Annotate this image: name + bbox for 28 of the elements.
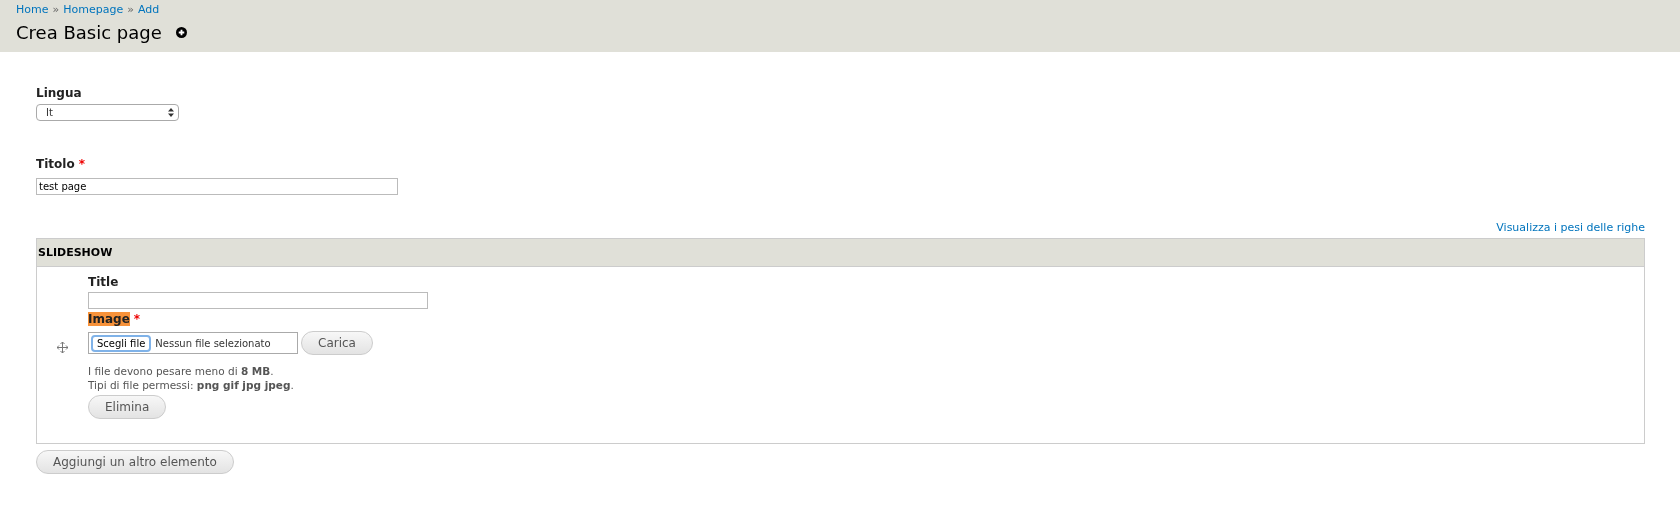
table-heading: SLIDESHOW (37, 239, 1644, 267)
breadcrumb-separator: » (52, 3, 60, 16)
required-mark: * (133, 312, 141, 326)
row-weights-link[interactable]: Visualizza i pesi delle righe (1496, 221, 1645, 234)
add-item-button[interactable]: Aggiungi un altro elemento (36, 450, 234, 474)
upload-button[interactable]: Carica (301, 331, 373, 355)
remove-button[interactable]: Elimina (88, 395, 167, 419)
breadcrumb-link[interactable]: Homepage (63, 3, 124, 16)
field-label: Lingua (36, 86, 82, 100)
breadcrumb-separator: » (127, 3, 134, 16)
drag-handle-icon[interactable] (57, 341, 68, 353)
field-label: Title (88, 275, 120, 289)
dropdown-arrows-icon (168, 108, 174, 117)
breadcrumb-link[interactable]: Add (137, 3, 160, 16)
file-input[interactable]: Scegli file Nessun file selezionato (88, 332, 298, 354)
title-input[interactable] (88, 292, 428, 309)
required-mark: * (78, 157, 85, 171)
breadcrumb-link[interactable]: Home (16, 3, 49, 16)
choose-file-button[interactable]: Scegli file (91, 334, 152, 352)
add-shortcut-icon[interactable] (175, 27, 187, 38)
language-select[interactable]: It (36, 104, 179, 121)
field-label: Image (88, 312, 130, 326)
page-title: Crea Basic page (16, 22, 162, 43)
field-label: Titolo (36, 157, 75, 171)
help-text: I file devono pesare meno di 8 MB. (88, 364, 275, 378)
file-status: Nessun file selezionato (155, 337, 271, 349)
title-input[interactable]: test page (36, 178, 398, 195)
help-text: Tipi di file permessi: png gif jpg jpeg. (88, 378, 295, 392)
